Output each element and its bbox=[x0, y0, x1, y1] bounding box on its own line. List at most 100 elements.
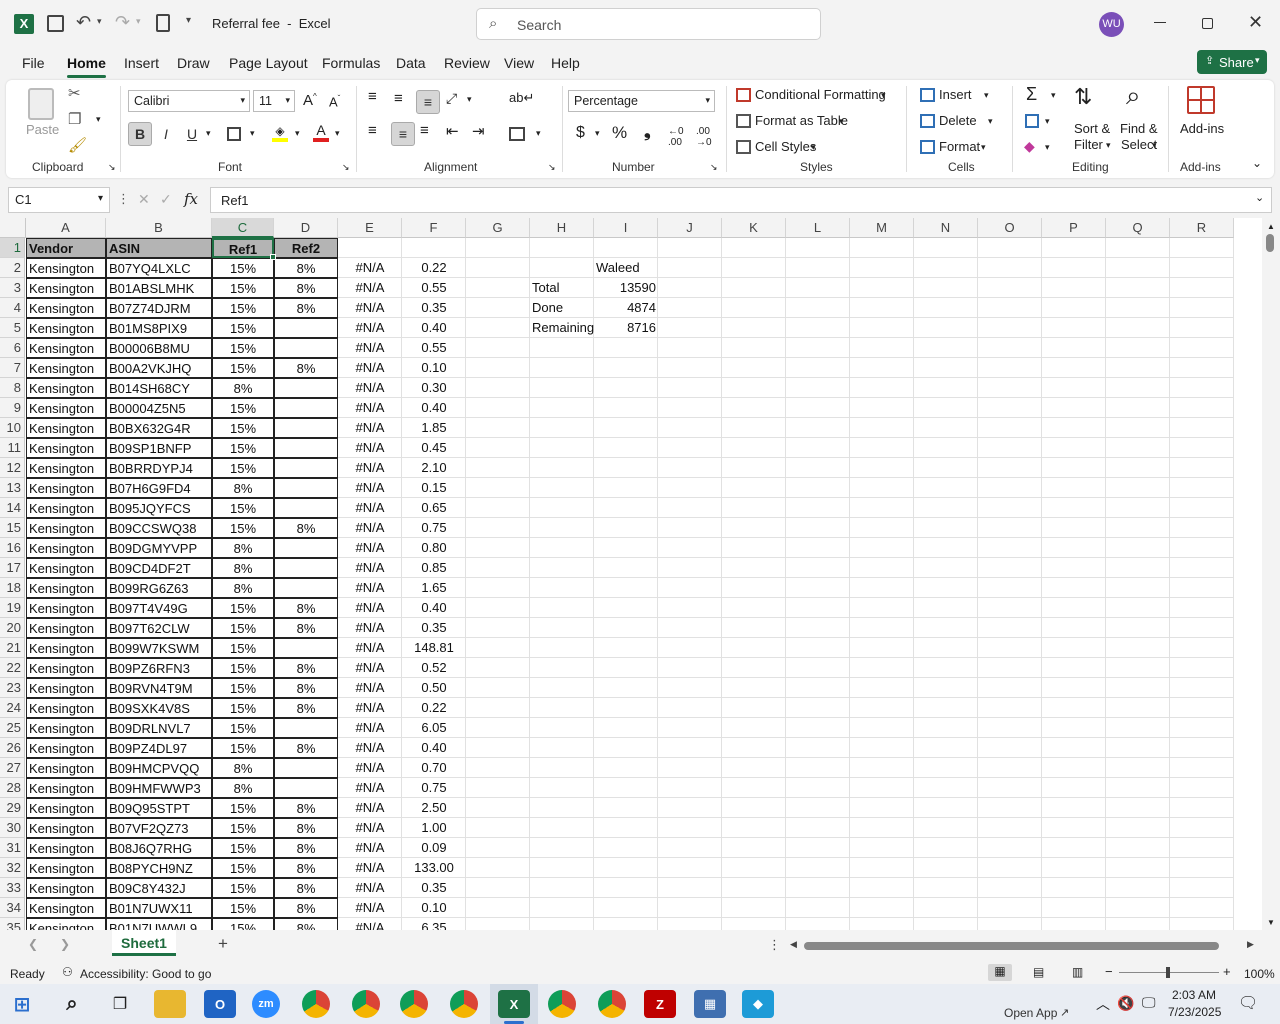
prev-sheet-icon[interactable]: ❮ bbox=[28, 937, 38, 951]
cell-ref1[interactable]: 15% bbox=[212, 638, 274, 658]
cell-f[interactable]: 0.22 bbox=[402, 258, 466, 278]
cancel-entry-icon[interactable]: ✕ bbox=[138, 191, 150, 208]
cell-vendor[interactable]: Kensington bbox=[26, 718, 106, 738]
cell-ref2[interactable]: 8% bbox=[274, 838, 338, 858]
column-header-k[interactable]: K bbox=[722, 218, 786, 238]
cell-asin[interactable]: B07Z74DJRM bbox=[106, 298, 212, 318]
header-cell-asin[interactable]: ASIN bbox=[106, 238, 212, 258]
row-header-27[interactable]: 27 bbox=[0, 758, 25, 778]
addins-button[interactable]: Add-ins bbox=[1180, 121, 1224, 136]
cell-vendor[interactable]: Kensington bbox=[26, 858, 106, 878]
cell-vendor[interactable]: Kensington bbox=[26, 698, 106, 718]
cell-vendor[interactable]: Kensington bbox=[26, 378, 106, 398]
cell-e[interactable]: #N/A bbox=[338, 618, 402, 638]
cell-e[interactable]: #N/A bbox=[338, 578, 402, 598]
cell-f[interactable]: 0.45 bbox=[402, 438, 466, 458]
align-center-icon[interactable]: ≡ bbox=[391, 122, 415, 146]
decrease-font-icon[interactable]: Aˇ bbox=[329, 94, 340, 109]
cell-e[interactable]: #N/A bbox=[338, 698, 402, 718]
cell-ref1[interactable]: 15% bbox=[212, 878, 274, 898]
cell-e[interactable]: #N/A bbox=[338, 298, 402, 318]
decrease-indent-icon[interactable]: ⇤ bbox=[446, 122, 459, 140]
cell-ref1[interactable]: 8% bbox=[212, 538, 274, 558]
cell-ref2[interactable] bbox=[274, 498, 338, 518]
summary-name[interactable]: Waleed bbox=[594, 258, 658, 278]
tray-chevron-icon[interactable]: ︿ bbox=[1096, 994, 1110, 1014]
italic-icon[interactable]: I bbox=[156, 122, 176, 146]
cell-vendor[interactable]: Kensington bbox=[26, 278, 106, 298]
cell-asin[interactable]: B099W7KSWM bbox=[106, 638, 212, 658]
cell-ref2[interactable]: 8% bbox=[274, 738, 338, 758]
sheet-tab-sheet1[interactable]: Sheet1 bbox=[112, 930, 176, 956]
excel-taskbar-icon[interactable]: X bbox=[498, 990, 530, 1018]
increase-indent-icon[interactable]: ⇥ bbox=[472, 122, 485, 140]
fill-handle[interactable] bbox=[270, 254, 276, 260]
font-size-dropdown[interactable]: 11 ▾ bbox=[253, 90, 295, 112]
horizontal-scroll-thumb[interactable] bbox=[804, 942, 1219, 950]
find-select-dropdown-icon[interactable]: ▾ bbox=[1152, 140, 1157, 151]
cell-ref1[interactable]: 8% bbox=[212, 378, 274, 398]
app-icon[interactable]: ◆ bbox=[742, 990, 774, 1018]
windows-start-icon[interactable]: ⊞ bbox=[6, 990, 38, 1018]
cell-f[interactable]: 0.09 bbox=[402, 838, 466, 858]
cell-f[interactable]: 133.00 bbox=[402, 858, 466, 878]
menu-help[interactable]: Help bbox=[551, 55, 580, 71]
cell-ref2[interactable] bbox=[274, 558, 338, 578]
summary-total-label[interactable]: Total bbox=[530, 278, 594, 298]
cell-ref2[interactable]: 8% bbox=[274, 818, 338, 838]
cell-e[interactable]: #N/A bbox=[338, 358, 402, 378]
column-header-m[interactable]: M bbox=[850, 218, 914, 238]
cell-asin[interactable]: B00006B8MU bbox=[106, 338, 212, 358]
row-header-19[interactable]: 19 bbox=[0, 598, 25, 618]
cell-f[interactable]: 0.50 bbox=[402, 678, 466, 698]
cell-vendor[interactable]: Kensington bbox=[26, 818, 106, 838]
cell-f[interactable]: 2.10 bbox=[402, 458, 466, 478]
cell-ref2[interactable] bbox=[274, 718, 338, 738]
clock-date[interactable]: 7/23/2025 bbox=[1168, 1005, 1221, 1019]
cell-asin[interactable]: B09DRLNVL7 bbox=[106, 718, 212, 738]
column-header-b[interactable]: B bbox=[106, 218, 212, 238]
cut-icon[interactable]: ✂ bbox=[68, 84, 81, 102]
increase-decimal-icon[interactable]: ←0.00 bbox=[668, 126, 684, 148]
column-header-l[interactable]: L bbox=[786, 218, 850, 238]
cell-f[interactable]: 0.35 bbox=[402, 618, 466, 638]
currency-icon[interactable]: $ bbox=[576, 124, 585, 142]
cell-ref1[interactable]: 15% bbox=[212, 498, 274, 518]
cell-ref2[interactable] bbox=[274, 758, 338, 778]
next-sheet-icon[interactable]: ❯ bbox=[60, 937, 70, 951]
cell-ref2[interactable]: 8% bbox=[274, 678, 338, 698]
add-sheet-icon[interactable]: + bbox=[218, 934, 228, 954]
cell-vendor[interactable]: Kensington bbox=[26, 798, 106, 818]
row-header-25[interactable]: 25 bbox=[0, 718, 25, 738]
cell-ref2[interactable]: 8% bbox=[274, 698, 338, 718]
cell-e[interactable]: #N/A bbox=[338, 258, 402, 278]
cell-f[interactable]: 2.50 bbox=[402, 798, 466, 818]
cell-e[interactable]: #N/A bbox=[338, 798, 402, 818]
collapse-ribbon-icon[interactable]: ⌄ bbox=[1252, 156, 1262, 170]
align-left-icon[interactable]: ≡ bbox=[368, 122, 377, 139]
cell-ref2[interactable] bbox=[274, 418, 338, 438]
row-header-6[interactable]: 6 bbox=[0, 338, 25, 358]
cell-ref2[interactable]: 8% bbox=[274, 898, 338, 918]
share-button[interactable]: ⇪ Share ▾ bbox=[1197, 50, 1267, 74]
row-header-17[interactable]: 17 bbox=[0, 558, 25, 578]
scroll-right-icon[interactable]: ▶ bbox=[1247, 939, 1254, 950]
minimize-icon[interactable] bbox=[1154, 22, 1166, 23]
chrome-icon-3[interactable] bbox=[400, 990, 428, 1018]
cell-e[interactable]: #N/A bbox=[338, 678, 402, 698]
currency-dropdown-icon[interactable]: ▾ bbox=[595, 128, 600, 139]
cell-f[interactable]: 0.10 bbox=[402, 358, 466, 378]
cell-e[interactable]: #N/A bbox=[338, 918, 402, 930]
cell-asin[interactable]: B097T62CLW bbox=[106, 618, 212, 638]
cell-ref1[interactable]: 15% bbox=[212, 458, 274, 478]
cell-e[interactable]: #N/A bbox=[338, 858, 402, 878]
user-avatar[interactable]: WU bbox=[1099, 12, 1124, 37]
cell-ref2[interactable] bbox=[274, 578, 338, 598]
cell-vendor[interactable]: Kensington bbox=[26, 598, 106, 618]
row-header-29[interactable]: 29 bbox=[0, 798, 25, 818]
row-header-7[interactable]: 7 bbox=[0, 358, 25, 378]
cell-styles-button[interactable]: Cell Styles bbox=[755, 139, 816, 154]
cell-f[interactable]: 0.52 bbox=[402, 658, 466, 678]
cell-e[interactable]: #N/A bbox=[338, 838, 402, 858]
vertical-scroll-thumb[interactable] bbox=[1266, 234, 1274, 252]
